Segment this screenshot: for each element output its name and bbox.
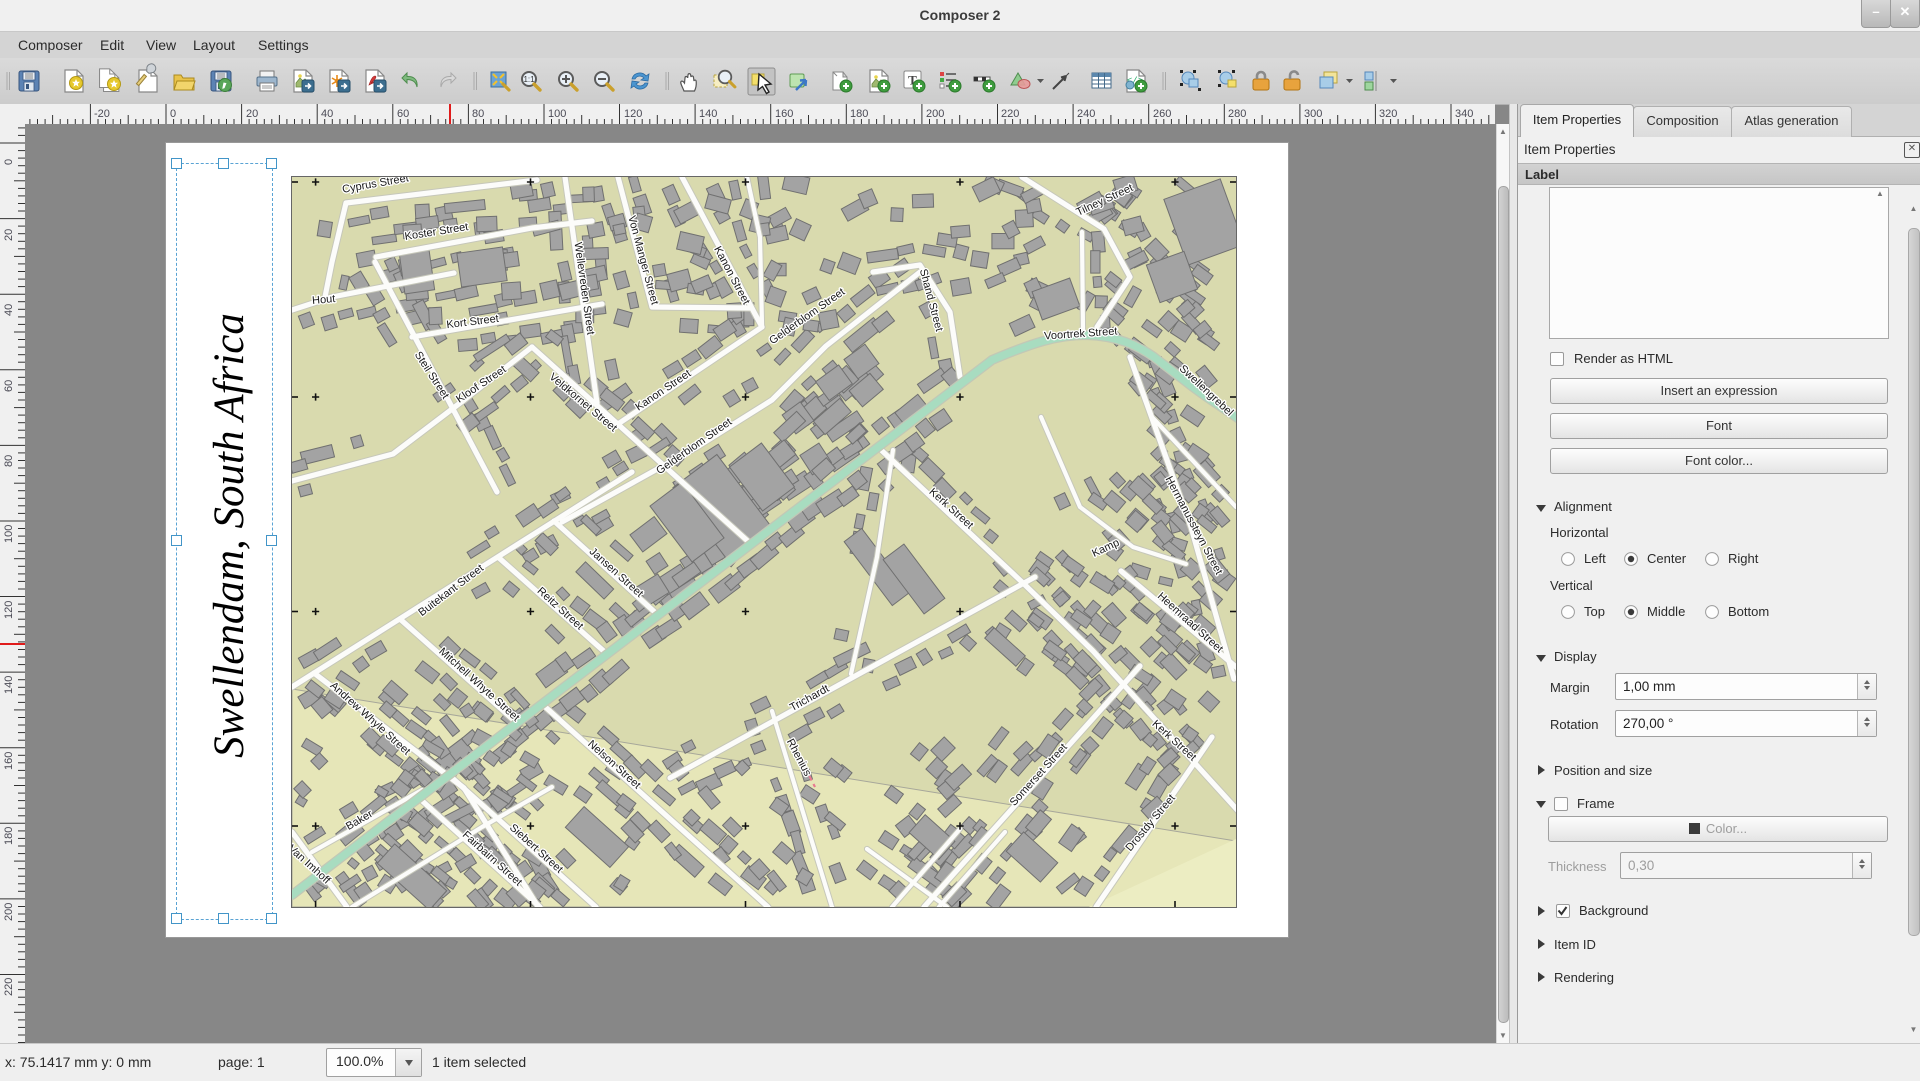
svg-text:300: 300 <box>1304 108 1322 120</box>
svg-text:60: 60 <box>397 108 409 120</box>
svg-text:Hout: Hout <box>312 293 336 307</box>
svg-text:180: 180 <box>850 108 868 120</box>
svg-text:180: 180 <box>3 827 15 845</box>
svg-text:220: 220 <box>1001 108 1019 120</box>
svg-text:20: 20 <box>246 108 258 120</box>
svg-text:140: 140 <box>699 108 717 120</box>
svg-text:-20: -20 <box>94 108 110 120</box>
svg-text:120: 120 <box>3 601 15 619</box>
svg-text:320: 320 <box>1379 108 1397 120</box>
svg-text:20: 20 <box>3 229 15 241</box>
svg-text:40: 40 <box>3 304 15 316</box>
svg-text:120: 120 <box>624 108 642 120</box>
svg-text:100: 100 <box>548 108 566 120</box>
svg-text:100: 100 <box>3 525 15 543</box>
svg-text:0: 0 <box>3 159 15 165</box>
svg-text:280: 280 <box>1228 108 1246 120</box>
svg-text:80: 80 <box>472 108 484 120</box>
svg-text:200: 200 <box>926 108 944 120</box>
svg-text:140: 140 <box>3 676 15 694</box>
svg-text:260: 260 <box>1153 108 1171 120</box>
svg-text:220: 220 <box>3 978 15 996</box>
svg-text:160: 160 <box>3 752 15 770</box>
svg-text:200: 200 <box>3 903 15 921</box>
svg-text:60: 60 <box>3 380 15 392</box>
svg-text:340: 340 <box>1455 108 1473 120</box>
svg-text:0: 0 <box>170 108 176 120</box>
svg-text:40: 40 <box>321 108 333 120</box>
svg-text:80: 80 <box>3 455 15 467</box>
svg-text:160: 160 <box>775 108 793 120</box>
svg-text:240: 240 <box>1077 108 1095 120</box>
